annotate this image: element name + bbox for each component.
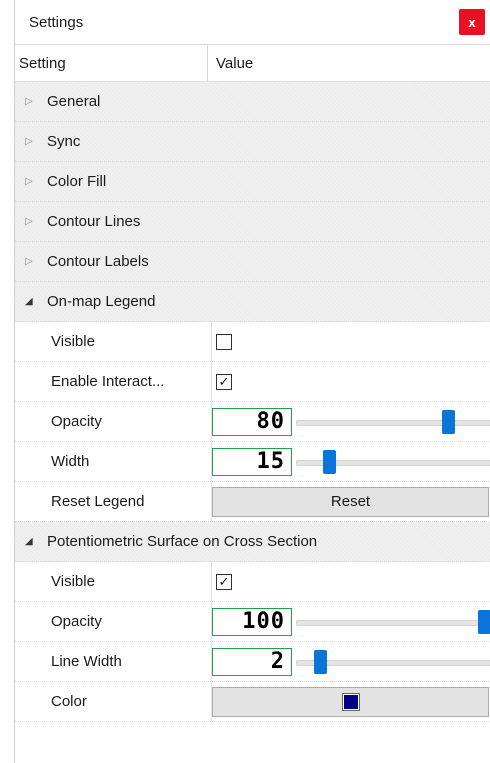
category-on-map-legend[interactable]: ◢ On-map Legend (15, 282, 490, 322)
slider-track (296, 619, 490, 626)
category-sync[interactable]: ▷ Sync (15, 122, 490, 162)
grid-header: Setting Value (15, 45, 490, 82)
surface-opacity-input[interactable]: 100 (212, 607, 292, 636)
category-contour-labels[interactable]: ▷ Contour Labels (15, 242, 490, 282)
property-row-surface-opacity: Opacity 100 (15, 602, 490, 642)
property-name: Enable Interact... (15, 362, 212, 401)
color-swatch (341, 692, 360, 711)
window-title: Settings (29, 13, 84, 31)
triangle-right-icon[interactable]: ▷ (25, 256, 47, 267)
legend-opacity-input[interactable]: 80 (212, 407, 292, 436)
slider-thumb[interactable] (478, 609, 490, 634)
category-label: Potentiometric Surface on Cross Section (47, 533, 318, 550)
category-label: Sync (47, 133, 81, 150)
legend-width-slider[interactable] (296, 448, 490, 476)
slider-thumb[interactable] (323, 449, 336, 474)
category-potentiometric-surface[interactable]: ◢ Potentiometric Surface on Cross Section (15, 522, 490, 562)
check-icon: ✓ (218, 574, 230, 589)
category-label: Contour Labels (47, 253, 149, 270)
check-icon: ✓ (218, 374, 230, 389)
property-row-color: Color (15, 682, 490, 722)
property-name: Color (15, 682, 212, 721)
property-name: Line Width (15, 642, 212, 681)
property-name: Visible (15, 562, 212, 601)
category-general[interactable]: ▷ General (15, 82, 490, 122)
category-label: Contour Lines (47, 213, 141, 230)
triangle-right-icon[interactable]: ▷ (25, 176, 47, 187)
triangle-right-icon[interactable]: ▷ (25, 216, 47, 227)
legend-opacity-slider[interactable] (296, 408, 490, 436)
property-name: Opacity (15, 602, 212, 641)
triangle-down-icon[interactable]: ◢ (25, 296, 47, 307)
category-label: On-map Legend (47, 293, 156, 310)
property-name: Reset Legend (15, 482, 212, 521)
legend-visible-checkbox[interactable] (216, 333, 232, 350)
triangle-down-icon[interactable]: ◢ (25, 536, 47, 547)
property-row-legend-width: Width 15 (15, 442, 490, 482)
line-width-slider[interactable] (296, 648, 490, 676)
property-row-legend-visible: Visible (15, 322, 490, 362)
triangle-right-icon[interactable]: ▷ (25, 96, 47, 107)
reset-button[interactable]: Reset (212, 486, 489, 517)
legend-width-input[interactable]: 15 (212, 447, 292, 476)
triangle-right-icon[interactable]: ▷ (25, 136, 47, 147)
property-name: Opacity (15, 402, 212, 441)
property-row-line-width: Line Width 2 (15, 642, 490, 682)
property-name: Visible (15, 322, 212, 361)
surface-opacity-slider[interactable] (296, 608, 490, 636)
property-row-enable-interact: Enable Interact... ✓ (15, 362, 490, 402)
surface-visible-checkbox[interactable]: ✓ (216, 573, 232, 590)
property-row-surface-visible: Visible ✓ (15, 562, 490, 602)
property-row-reset-legend: Reset Legend Reset (15, 482, 490, 522)
settings-panel: Settings x Setting Value ▷ General ▷ Sync … (14, 0, 490, 763)
category-label: Color Fill (47, 173, 107, 190)
category-label: General (47, 93, 101, 110)
color-picker-button[interactable] (212, 686, 489, 717)
header-setting: Setting (15, 45, 208, 81)
header-value: Value (216, 54, 254, 72)
title-bar: Settings x (15, 0, 490, 45)
close-icon: x (468, 14, 476, 30)
close-button[interactable]: x (459, 9, 485, 35)
slider-thumb[interactable] (442, 409, 455, 434)
property-name: Width (15, 442, 212, 481)
category-color-fill[interactable]: ▷ Color Fill (15, 162, 490, 202)
line-width-input[interactable]: 2 (212, 647, 292, 676)
slider-thumb[interactable] (314, 649, 327, 674)
property-row-legend-opacity: Opacity 80 (15, 402, 490, 442)
slider-track (296, 419, 490, 426)
enable-interact-checkbox[interactable]: ✓ (216, 373, 232, 390)
category-contour-lines[interactable]: ▷ Contour Lines (15, 202, 490, 242)
